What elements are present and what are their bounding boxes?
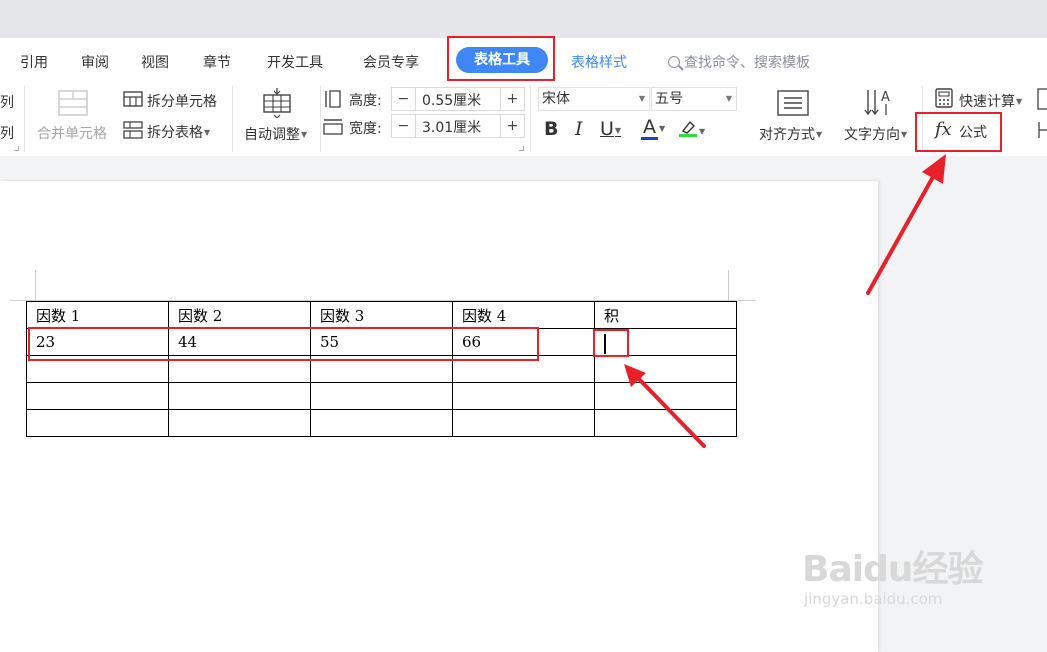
arrow-to-product-cell: [624, 364, 706, 448]
baidu-watermark: Baidu经验 jingyan.baidu.com: [802, 540, 983, 608]
arrow-to-formula: [866, 154, 946, 295]
watermark-url: jingyan.baidu.com: [804, 590, 943, 608]
watermark-logo: Baidu经验: [802, 549, 983, 590]
